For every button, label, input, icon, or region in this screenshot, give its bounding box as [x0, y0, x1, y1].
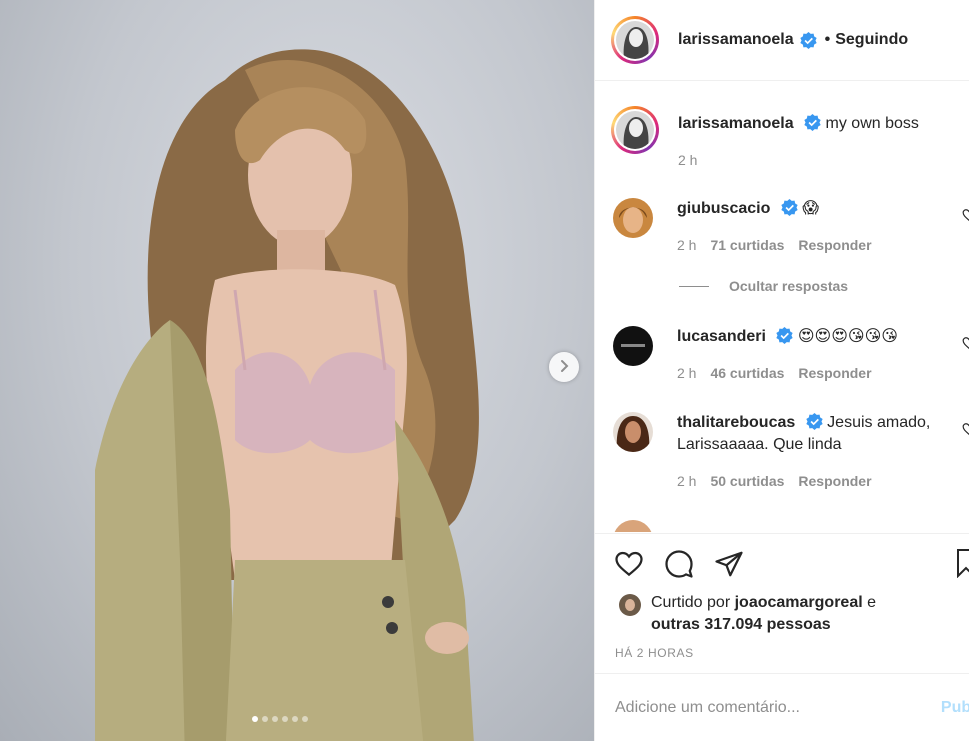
- verified-badge-icon: [776, 327, 794, 344]
- comment-time[interactable]: 2 h: [677, 234, 696, 256]
- comment-likes[interactable]: 46 curtidas: [710, 362, 784, 384]
- comment-username[interactable]: lucasanderi: [677, 328, 766, 345]
- add-comment-bar: Publi: [595, 673, 969, 741]
- hide-replies-button[interactable]: Ocultar respostas: [679, 278, 848, 294]
- post-caption: larissamanoela my own boss 2 h: [611, 106, 919, 169]
- chevron-right-icon: [557, 359, 571, 376]
- post-photo: [95, 49, 479, 741]
- divider-line: [679, 285, 709, 287]
- caption-time: 2 h: [678, 152, 698, 168]
- post-actions: Curtido por joaocamargoreal e outras 317…: [595, 533, 969, 673]
- comment-username[interactable]: thalitareboucas: [677, 414, 795, 431]
- bookmark-icon[interactable]: [956, 548, 969, 581]
- carousel-dot: [262, 716, 268, 722]
- liked-by-prefix: Curtido por: [651, 594, 731, 611]
- post-side-panel: larissamanoela • Seguindo larissamanoela…: [594, 0, 969, 741]
- post-header: larissamanoela • Seguindo: [595, 0, 969, 81]
- comment-likes[interactable]: 50 curtidas: [710, 470, 784, 492]
- action-icons: [613, 548, 745, 580]
- carousel-dot: [302, 716, 308, 722]
- post-media[interactable]: [0, 0, 594, 741]
- comment-like-heart-icon[interactable]: [962, 336, 969, 350]
- comment-text: 😍😍😍😘😘😘: [797, 328, 898, 345]
- caption-username[interactable]: larissamanoela: [678, 115, 794, 132]
- carousel-dot: [272, 716, 278, 722]
- verified-badge-icon: [799, 31, 817, 49]
- carousel-indicator: [252, 716, 308, 722]
- comment-likes[interactable]: 71 curtidas: [710, 234, 784, 256]
- heart-icon[interactable]: [613, 548, 645, 580]
- comment-input[interactable]: [615, 698, 915, 717]
- comment-item: giubuscacio 😱 2 h 71 curtidas Responder: [613, 198, 969, 256]
- liked-by-conj: e: [867, 594, 877, 611]
- verified-badge-icon: [781, 199, 798, 216]
- reply-button[interactable]: Responder: [798, 362, 871, 384]
- reply-button[interactable]: Responder: [798, 234, 871, 256]
- comment-username[interactable]: giubuscacio: [677, 200, 770, 217]
- author-avatar[interactable]: [611, 106, 659, 154]
- comment-item: thalitareboucas Jesuis amado, Larissaaaa…: [613, 412, 969, 492]
- comment-like-heart-icon[interactable]: [962, 422, 969, 436]
- separator-dot: •: [824, 31, 831, 48]
- following-button[interactable]: Seguindo: [835, 31, 908, 49]
- liker-username[interactable]: joaocamargoreal: [735, 594, 863, 611]
- likes-count-link[interactable]: outras 317.094 pessoas: [651, 616, 831, 633]
- comment-like-heart-icon[interactable]: [962, 208, 969, 222]
- likes-summary: Curtido por joaocamargoreal e outras 317…: [619, 592, 931, 636]
- comment-time[interactable]: 2 h: [677, 470, 696, 492]
- hide-replies-label[interactable]: Ocultar respostas: [729, 278, 848, 294]
- commenter-avatar[interactable]: [613, 198, 653, 238]
- instagram-post-modal: larissamanoela • Seguindo larissamanoela…: [0, 0, 969, 741]
- carousel-dot: [292, 716, 298, 722]
- author-avatar[interactable]: [611, 16, 659, 64]
- carousel-dot: [282, 716, 288, 722]
- publish-button[interactable]: Publi: [941, 699, 969, 717]
- share-icon[interactable]: [713, 548, 745, 580]
- comment-item-partial: [613, 520, 969, 532]
- commenter-avatar[interactable]: [613, 326, 653, 366]
- verified-badge-icon: [804, 114, 821, 131]
- carousel-dot: [252, 716, 258, 722]
- comment-time[interactable]: 2 h: [677, 362, 696, 384]
- comment-item: lucasanderi 😍😍😍😘😘😘 2 h 46 curtidas Respo…: [613, 326, 969, 384]
- author-username[interactable]: larissamanoela: [678, 31, 794, 49]
- caption-text: my own boss: [825, 115, 919, 132]
- verified-badge-icon: [806, 413, 823, 430]
- commenter-avatar[interactable]: [613, 412, 653, 452]
- comment-icon[interactable]: [663, 548, 695, 580]
- liker-avatar[interactable]: [619, 594, 641, 616]
- commenter-avatar[interactable]: [613, 520, 653, 532]
- post-timestamp[interactable]: HÁ 2 HORAS: [615, 646, 694, 660]
- comment-text: 😱: [802, 200, 819, 217]
- comments-list[interactable]: larissamanoela my own boss 2 h giubuscac…: [595, 82, 969, 532]
- reply-button[interactable]: Responder: [798, 470, 871, 492]
- next-slide-button[interactable]: [549, 352, 579, 382]
